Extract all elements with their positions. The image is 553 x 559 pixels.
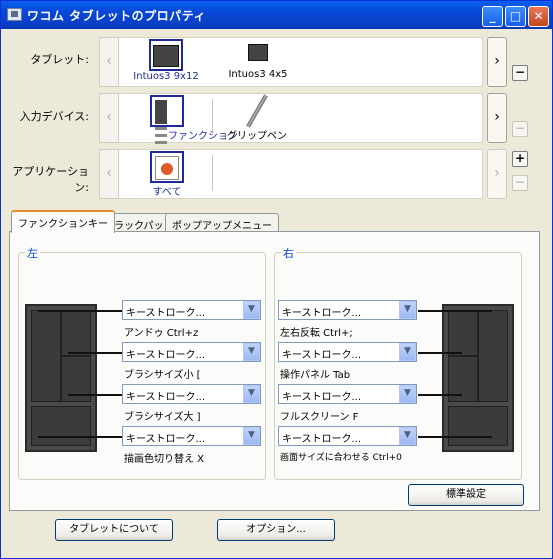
left-key2-desc: ブラシサイズ小 [ [124, 370, 201, 381]
left-express-keys-image [25, 304, 97, 452]
tablet-small-icon [248, 44, 268, 61]
left-key3-desc: ブラシサイズ大 ] [124, 412, 201, 423]
right-key3-desc: フルスクリーン F [280, 412, 359, 423]
left-key2-combo[interactable]: キーストローク... ▼ [122, 342, 261, 362]
right-key3-combo[interactable]: キーストローク... ▼ [278, 384, 417, 404]
device-item-function[interactable]: ファンクション [133, 95, 238, 146]
device-separator [212, 99, 213, 135]
right-key2-desc: 操作パネル Tab [280, 370, 351, 381]
right-key1-leader [418, 310, 492, 312]
tablet-label-9x12: Intuos3 9x12 [133, 71, 199, 82]
device-label-grip-pen: グリップペン [227, 131, 287, 142]
tablet-large-icon [149, 39, 183, 71]
tablet-item-4x5[interactable]: Intuos3 4x5 [223, 39, 293, 80]
dropdown-icon[interactable]: ▼ [399, 301, 416, 319]
maximize-button[interactable]: □ [505, 6, 526, 27]
left-key4-desc: 描画色切り替え X [124, 454, 205, 465]
device-label-function: ファンクション [168, 131, 238, 142]
left-key1-combo[interactable]: キーストローク... ▼ [122, 300, 261, 320]
left-key3-leader [68, 394, 122, 396]
remove-tablet-button[interactable]: − [512, 65, 528, 81]
remove-application-button[interactable]: − [512, 175, 528, 191]
remove-device-button[interactable]: − [512, 121, 528, 137]
application-scroll-right-button[interactable]: › [487, 149, 507, 199]
all-applications-icon [150, 151, 184, 183]
device-scroll-left-button[interactable]: ‹ [99, 93, 119, 143]
tablet-item-9x12[interactable]: Intuos3 9x12 [131, 39, 201, 82]
device-scroll-right-button[interactable]: › [487, 93, 507, 143]
title-bar[interactable]: ワコム タブレットのプロパティ _ □ ✕ [1, 1, 552, 29]
application-item-all[interactable]: すべて [133, 151, 201, 198]
right-key2-combo[interactable]: キーストローク... ▼ [278, 342, 417, 362]
left-key4-combo[interactable]: キーストローク... ▼ [122, 426, 261, 446]
dropdown-icon[interactable]: ▼ [243, 427, 260, 445]
add-application-button[interactable]: + [512, 151, 528, 167]
default-button[interactable]: 標準設定 [408, 484, 524, 506]
application-label: アプリケーション: [12, 165, 89, 194]
dropdown-icon[interactable]: ▼ [243, 385, 260, 403]
device-label: 入力デバイス: [19, 110, 89, 123]
tablet-label-4x5: Intuos3 4x5 [228, 69, 288, 80]
dropdown-icon[interactable]: ▼ [399, 427, 416, 445]
tab-panel: 左 右 キーストローク... ▼ アンドゥ Ctrl+z キーストローク... ▼ … [9, 231, 540, 511]
close-button[interactable]: ✕ [528, 6, 549, 27]
dropdown-icon[interactable]: ▼ [399, 385, 416, 403]
right-express-keys-image [442, 304, 514, 452]
right-key4-leader [418, 436, 492, 438]
window-title: ワコム タブレットのプロパティ [27, 9, 206, 23]
right-key1-combo[interactable]: キーストローク... ▼ [278, 300, 417, 320]
grip-pen-icon [240, 94, 274, 128]
tablet-label: タブレット: [30, 53, 89, 66]
right-key3-leader [418, 394, 462, 396]
left-key4-leader [38, 436, 122, 438]
options-button[interactable]: オプション... [217, 519, 335, 541]
device-item-grip-pen[interactable]: グリップペン [223, 94, 291, 142]
right-key4-combo[interactable]: キーストローク... ▼ [278, 426, 417, 446]
left-key1-leader [38, 310, 122, 312]
tab-popup-menu[interactable]: ポップアップメニュー [165, 213, 279, 233]
minimize-button[interactable]: _ [482, 6, 503, 27]
dropdown-icon[interactable]: ▼ [399, 343, 416, 361]
right-key4-desc: 画面サイズに合わせる Ctrl+0 [280, 453, 402, 463]
tablet-scroll-right-button[interactable]: › [487, 37, 507, 87]
properties-window: ワコム タブレットのプロパティ _ □ ✕ タブレット: ‹ › − Intuo… [0, 0, 553, 559]
right-key1-desc: 左右反転 Ctrl+; [280, 328, 353, 339]
right-group-title: 右 [281, 245, 296, 261]
left-key1-desc: アンドゥ Ctrl+z [124, 328, 199, 339]
dropdown-icon[interactable]: ▼ [243, 301, 260, 319]
left-key3-combo[interactable]: キーストローク... ▼ [122, 384, 261, 404]
left-key2-leader [68, 352, 122, 354]
tablet-scroll-left-button[interactable]: ‹ [99, 37, 119, 87]
application-label-all: すべて [152, 187, 182, 198]
dropdown-icon[interactable]: ▼ [243, 343, 260, 361]
application-scroll-left-button[interactable]: ‹ [99, 149, 119, 199]
app-icon [7, 8, 22, 21]
function-keys-icon [150, 95, 184, 144]
application-separator [212, 155, 213, 191]
about-tablet-button[interactable]: タブレットについて [55, 519, 173, 541]
right-key2-leader [418, 352, 462, 354]
left-group-title: 左 [25, 245, 40, 261]
tab-function-keys[interactable]: ファンクションキー [11, 210, 115, 233]
